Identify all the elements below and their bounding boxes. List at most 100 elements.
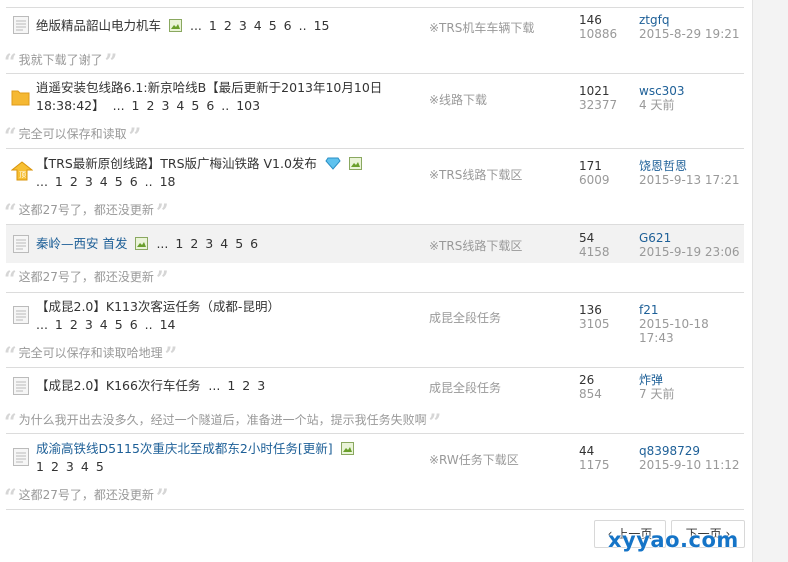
page-link[interactable]: 1 [55, 317, 63, 332]
open-quote-icon: “ [4, 124, 17, 150]
forum-link[interactable]: ※TRS机车车辆下载 [429, 19, 534, 36]
page-link[interactable]: 5 [115, 317, 123, 332]
page-link[interactable]: 5 [269, 18, 277, 33]
last-poster-link[interactable]: wsc303 [639, 84, 685, 98]
pinned-top-icon: 顶 [11, 161, 33, 181]
close-quote-icon: ” [155, 485, 169, 511]
page-ellipsis: .. [144, 317, 153, 332]
forum-link[interactable]: 成昆全段任务 [429, 309, 501, 326]
page-link[interactable]: 6 [284, 18, 292, 33]
page-link[interactable]: 6 [250, 236, 258, 251]
open-quote-icon: “ [4, 200, 17, 226]
page-link[interactable]: 2 [224, 18, 232, 33]
page-link[interactable]: 3 [161, 98, 169, 113]
thread-row: 【成昆2.0】K113次客运任务（成都-昆明） ... 1 2 3 4 5 6.. 14 成昆… [6, 293, 744, 345]
thread-title-link[interactable]: 【成昆2.0】K166次行车任务 [36, 378, 200, 393]
page-link[interactable]: 3 [85, 317, 93, 332]
thread-title-link[interactable]: 绝版精品韶山电力机车 [36, 18, 161, 33]
page-link[interactable]: 3 [239, 18, 247, 33]
page-link[interactable]: 6 [206, 98, 214, 113]
page-link[interactable]: 4 [220, 236, 228, 251]
last-poster-link[interactable]: q8398729 [639, 444, 740, 458]
last-post-time[interactable]: 2015-9-19 23:06 [639, 245, 740, 259]
page-link[interactable]: 2 [70, 174, 78, 189]
page-link[interactable]: 18 [160, 174, 176, 189]
latest-reply-quote: “这都27号了，都还没更新” [4, 485, 169, 511]
page-ellipsis: ... [189, 18, 202, 33]
view-count: 854 [579, 387, 602, 401]
last-poster-link[interactable]: G621 [639, 231, 740, 245]
thread-title-link[interactable]: 成渝高铁线D5115次重庆北至成都东2小时任务[更新] [36, 441, 333, 456]
folder-icon [11, 90, 30, 106]
page-link[interactable]: 1 [36, 459, 44, 474]
page-link[interactable]: 1 [175, 236, 183, 251]
page-ellipsis: ... [112, 98, 125, 113]
page-link[interactable]: 103 [236, 98, 260, 113]
reply-count: 54 [579, 231, 595, 245]
last-poster-link[interactable]: f21 [639, 303, 744, 317]
last-poster-link[interactable]: ztgfq [639, 13, 740, 27]
page-link[interactable]: 1 [209, 18, 217, 33]
page-link[interactable]: 2 [190, 236, 198, 251]
page-link[interactable]: 5 [96, 459, 104, 474]
page-link[interactable]: 1 [55, 174, 63, 189]
view-count: 3105 [579, 317, 610, 331]
forum-link[interactable]: ※TRS线路下载区 [429, 166, 522, 183]
page-link[interactable]: 6 [130, 174, 138, 189]
page-ellipsis: .. [144, 174, 153, 189]
forum-link[interactable]: 成昆全段任务 [429, 379, 501, 396]
thread-title-link[interactable]: 【成昆2.0】K113次客运任务（成都-昆明） [36, 299, 280, 314]
svg-text:顶: 顶 [19, 171, 26, 179]
page-link[interactable]: 4 [176, 98, 184, 113]
last-post-time[interactable]: 2015-8-29 19:21 [639, 27, 740, 41]
page-link[interactable]: 5 [235, 236, 243, 251]
forum-link[interactable]: ※线路下载 [429, 91, 487, 108]
page-link[interactable]: 14 [160, 317, 176, 332]
view-count: 10886 [579, 27, 618, 41]
reply-count: 44 [579, 444, 595, 458]
page-link[interactable]: 5 [115, 174, 123, 189]
thread-row: 顶 【TRS最新原创线路】TRS版广梅汕铁路 V1.0发布 ... 1 2 3 4 5 6.… [6, 149, 744, 195]
thread-title-link[interactable]: 秦岭—西安 首发 [36, 236, 127, 251]
page-link[interactable]: 2 [242, 378, 250, 393]
page-link[interactable]: 2 [147, 98, 155, 113]
page-link[interactable]: 4 [81, 459, 89, 474]
last-post-time[interactable]: 2015-9-10 11:12 [639, 458, 740, 472]
thread-title-link[interactable]: 【TRS最新原创线路】TRS版广梅汕铁路 V1.0发布 [36, 156, 317, 171]
forum-link[interactable]: ※RW任务下载区 [429, 451, 519, 468]
page-link[interactable]: 6 [130, 317, 138, 332]
page-link[interactable]: 5 [191, 98, 199, 113]
thread-title-link-cont[interactable]: 18:38:42】 [36, 98, 105, 113]
page-link[interactable]: 2 [70, 317, 78, 332]
document-icon [13, 235, 29, 253]
forum-link[interactable]: ※TRS线路下载区 [429, 237, 522, 254]
close-quote-icon: ” [155, 267, 169, 293]
page-link[interactable]: 4 [254, 18, 262, 33]
page-link[interactable]: 3 [257, 378, 265, 393]
last-post-time[interactable]: 2015-9-13 17:21 [639, 173, 740, 187]
reply-count: 26 [579, 373, 595, 387]
thread-title-link[interactable]: 逍遥安装包线路6.1:新京哈线B【最后更新于2013年10月10日 [36, 80, 382, 95]
last-poster-link[interactable]: 炸弹 [639, 373, 674, 387]
page-link[interactable]: 1 [132, 98, 140, 113]
page-link[interactable]: 3 [205, 236, 213, 251]
document-icon [13, 306, 29, 324]
close-quote-icon: ” [155, 200, 169, 226]
last-poster-link[interactable]: 饶恩哲恩 [639, 159, 740, 173]
page-link[interactable]: 4 [100, 317, 108, 332]
last-post-time[interactable]: 2015-10-18 17:43 [639, 317, 744, 345]
thread-pages: ... 1 2 3 4 5 6.. 18 [32, 174, 176, 189]
thread-pages: ... 1 2 3 4 5 6.. 103 [109, 98, 260, 113]
page-link[interactable]: 4 [100, 174, 108, 189]
page-link[interactable]: 3 [66, 459, 74, 474]
latest-reply-quote: “这都27号了，都还没更新” [4, 267, 169, 293]
document-icon [13, 448, 29, 466]
last-post-time[interactable]: 4 天前 [639, 98, 685, 112]
page-link[interactable]: 1 [227, 378, 235, 393]
page-ellipsis: .. [298, 18, 307, 33]
thread-pages: ... 1 2 3 4 5 6.. 15 [186, 18, 330, 33]
page-link[interactable]: 3 [85, 174, 93, 189]
page-link[interactable]: 15 [314, 18, 330, 33]
last-post-time[interactable]: 7 天前 [639, 387, 674, 401]
page-link[interactable]: 2 [51, 459, 59, 474]
